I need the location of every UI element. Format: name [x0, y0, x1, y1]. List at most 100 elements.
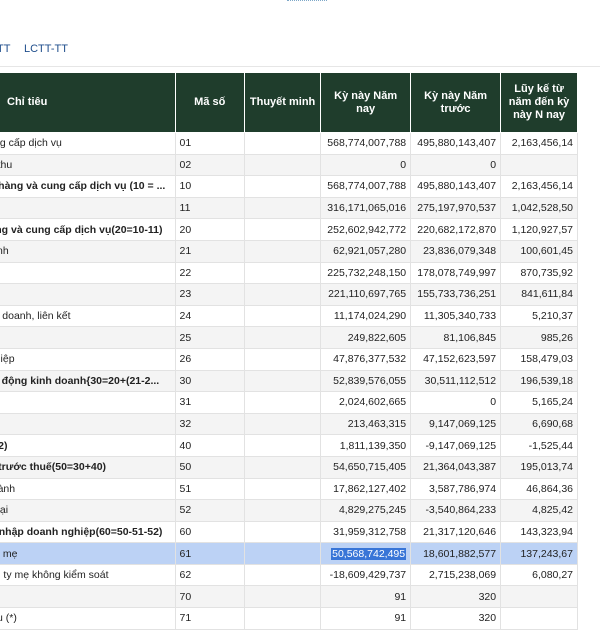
row-label	[0, 412, 176, 436]
row-prior-period-text: 21,317,120,646	[423, 525, 497, 538]
table-row[interactable]: cung cấp dịch vụ 01 568,774,007,788 495,880…	[0, 132, 578, 155]
row-prior-period-text: -9,147,069,125	[425, 439, 497, 452]
row-current-period: 213,463,315	[320, 412, 412, 436]
table-row[interactable]: ần trước thuế(50=30+40) 50 54,650,715,405 2…	[0, 455, 578, 479]
row-code: 51	[174, 477, 245, 501]
row-prior-period-text: 9,147,069,125	[428, 418, 497, 431]
row-accumulated	[500, 153, 578, 177]
row-code-text: 40	[179, 439, 192, 452]
row-prior-period: 81,106,845	[410, 326, 502, 349]
tab-tt[interactable]: TT	[0, 43, 10, 55]
row-code-text: 52	[179, 504, 192, 517]
header-luy-ke[interactable]: Lũy kế từ năm đến kỳ này N nay	[500, 72, 578, 133]
table-row[interactable]: án hàng và cung cấp dịch vụ (10 = ... 10 5…	[0, 175, 578, 198]
table-row[interactable]: nh thu 02 0 0	[0, 153, 578, 177]
row-code: 71	[174, 607, 245, 630]
row-label	[0, 283, 176, 306]
row-code: 25	[174, 326, 245, 349]
row-prior-period: 0	[410, 153, 502, 177]
row-current-period-text: 568,774,007,788	[327, 137, 407, 150]
row-prior-period: 3,587,786,974	[410, 477, 502, 501]
row-prior-period: 320	[410, 585, 502, 609]
row-prior-period: 2,715,238,069	[410, 563, 502, 587]
row-note	[243, 412, 322, 436]
tab-lctt-tt[interactable]: LCTT-TT	[24, 43, 68, 55]
table-row[interactable]: hu nhập doanh nghiệp(60=50-51-52) 60 31,95…	[0, 520, 578, 544]
row-label: cung cấp dịch vụ	[0, 132, 176, 155]
table-row[interactable]: 31 2,024,602,665 0 5,165,24	[0, 391, 578, 414]
table-row[interactable]: nghiệp 26 47,876,377,532 47,152,623,597 158,…	[0, 347, 578, 371]
row-prior-period-text: 275,197,970,537	[417, 202, 497, 215]
header-ky-nay-nam-nay[interactable]: Kỳ này Năm nay	[320, 72, 412, 133]
row-accumulated-text: 2,163,456,14	[511, 137, 573, 150]
row-current-period-text: 50,568,742,495	[331, 547, 407, 560]
table-row[interactable]: g ty mẹ 61 50,568,742,495 18,601,882,577 137…	[0, 542, 578, 565]
row-current-period: 11,174,024,290	[320, 304, 412, 328]
row-current-period-text: 62,921,057,280	[333, 245, 407, 258]
row-current-period: 91	[320, 607, 412, 630]
row-code: 61	[174, 542, 245, 565]
row-current-period-text: 31,959,312,758	[333, 525, 407, 538]
row-accumulated: 6,690,68	[500, 412, 578, 436]
row-label-text: n hành	[0, 482, 16, 495]
income-statement-table: Chỉ tiêu Mã số Thuyết minh Kỳ này Năm na…	[0, 72, 578, 630]
header-ky-nay-nam-truoc[interactable]: Kỳ này Năm trước	[410, 72, 502, 133]
table-body: cung cấp dịch vụ 01 568,774,007,788 495,880…	[0, 132, 578, 630]
row-current-period: 568,774,007,788	[320, 132, 412, 155]
row-prior-period: 320	[410, 607, 502, 630]
row-current-period-text: 91	[394, 590, 407, 603]
table-row[interactable]: 1-32) 40 1,811,139,350 -9,147,069,125 -1,525…	[0, 434, 578, 457]
table-row[interactable]: ông ty mẹ không kiểm soát 62 -18,609,429,7…	[0, 563, 578, 587]
table-row[interactable]: hàng và cung cấp dịch vụ(20=10-11) 20 252,…	[0, 218, 578, 241]
row-prior-period-text: 18,601,882,577	[423, 547, 497, 560]
row-code: 60	[174, 520, 245, 544]
header-ma-so[interactable]: Mã số	[174, 72, 245, 133]
row-label: hàng và cung cấp dịch vụ(20=10-11)	[0, 218, 176, 241]
row-code: 21	[174, 239, 245, 263]
row-code: 10	[174, 175, 245, 198]
row-current-period-text: 4,829,275,245	[338, 504, 407, 517]
row-current-period: 316,171,065,016	[320, 196, 412, 220]
row-accumulated-text: 158,479,03	[520, 353, 573, 366]
row-current-period-text: 47,876,377,532	[333, 353, 407, 366]
table-row[interactable]: 32 213,463,315 9,147,069,125 6,690,68	[0, 412, 578, 436]
row-current-period-text: 249,822,605	[347, 331, 407, 344]
table-row[interactable]: ãn lại 52 4,829,275,245 -3,540,864,233 4,825…	[0, 499, 578, 522]
table-row[interactable]: u(*)70 91 320	[0, 585, 578, 609]
row-accumulated-text: 1,120,927,57	[511, 223, 573, 236]
row-code-text: 24	[179, 310, 192, 323]
row-code-text: 62	[179, 569, 192, 582]
table-row[interactable]: 23 221,110,697,765 155,733,736,251 841,611,…	[0, 283, 578, 306]
row-label-text: g ty mẹ	[0, 547, 18, 560]
row-code: 11	[174, 196, 245, 220]
row-label-text: cung cấp dịch vụ	[0, 137, 62, 150]
row-accumulated: 870,735,92	[500, 261, 578, 285]
row-label-text: nghiệp	[0, 353, 15, 366]
row-accumulated: 2,163,456,14	[500, 175, 578, 198]
table-row[interactable]: 11 316,171,065,016 275,197,970,537 1,042,52…	[0, 196, 578, 220]
row-current-period-text: 11,174,024,290	[333, 310, 407, 323]
row-current-period-text: 316,171,065,016	[327, 202, 407, 215]
table-row[interactable]: liên doanh, liên kết 24 11,174,024,290 11,3…	[0, 304, 578, 328]
row-accumulated-text: -1,525,44	[528, 439, 573, 452]
row-note	[243, 369, 322, 393]
row-code: 01	[174, 132, 245, 155]
row-current-period: 225,732,248,150	[320, 261, 412, 285]
table-row[interactable]: hiếu (*) 71 91 320	[0, 607, 578, 630]
header-thuyet-minh[interactable]: Thuyết minh	[243, 72, 322, 133]
table-row[interactable]: n hành 51 17,862,127,402 3,587,786,974 46,86…	[0, 477, 578, 501]
row-label: hiếu (*)	[0, 607, 176, 630]
row-note	[243, 132, 322, 155]
table-row[interactable]: 25 249,822,605 81,106,845 985,26	[0, 326, 578, 349]
table-row[interactable]: 22 225,732,248,150 178,078,749,997 870,735,…	[0, 261, 578, 285]
table-row[interactable]: oạt động kinh doanh{30=20+(21-2... 30 52,8…	[0, 369, 578, 393]
row-code-text: 51	[179, 482, 192, 495]
table-row[interactable]: chính 21 62,921,057,280 23,836,079,348 100,6…	[0, 239, 578, 263]
row-prior-period-text: 0	[490, 396, 497, 409]
row-accumulated: 4,825,42	[500, 499, 578, 522]
row-accumulated	[500, 585, 578, 609]
header-chi-tieu[interactable]: Chỉ tiêu	[0, 72, 176, 133]
row-code-text: 23	[179, 288, 192, 301]
row-accumulated: 137,243,67	[500, 542, 578, 565]
row-label-text: hiếu (*)	[0, 612, 17, 625]
